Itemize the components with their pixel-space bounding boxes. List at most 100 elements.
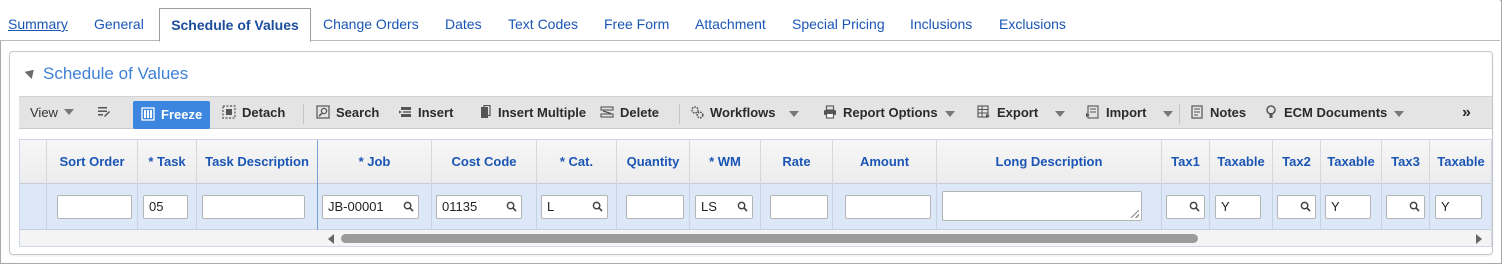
column-header-tax3[interactable]: Tax3	[1382, 140, 1430, 184]
detach-button[interactable]: Detach	[222, 97, 285, 129]
insert-button[interactable]: Insert	[398, 97, 453, 129]
row-header-corner	[20, 140, 47, 184]
search-icon[interactable]	[1300, 201, 1311, 212]
column-header-job[interactable]: * Job	[318, 140, 432, 184]
taxable3-input[interactable]: Y	[1435, 195, 1482, 219]
delete-button[interactable]: Delete	[600, 97, 659, 129]
tab-summary[interactable]: Summary	[8, 8, 68, 41]
quantity-input[interactable]	[626, 195, 684, 219]
tab-attachment[interactable]: Attachment	[695, 8, 766, 41]
tab-change-orders[interactable]: Change Orders	[323, 8, 419, 41]
tab-schedule-of-values[interactable]: Schedule of Values	[159, 8, 311, 42]
ecm-documents-button[interactable]: ECM Documents	[1264, 97, 1387, 129]
insert-multiple-button[interactable]: Insert Multiple	[478, 97, 586, 129]
tab-inclusions[interactable]: Inclusions	[910, 8, 972, 41]
more-toolbar-button[interactable]: »	[1462, 97, 1471, 129]
tax2-input[interactable]	[1277, 195, 1316, 219]
task-description-input[interactable]	[202, 195, 305, 219]
tax3-input[interactable]	[1386, 195, 1425, 219]
job-input[interactable]: JB-00001	[322, 195, 419, 219]
ecm-documents-icon	[1266, 105, 1276, 118]
tab-special-pricing[interactable]: Special Pricing	[792, 8, 885, 41]
column-header-cat[interactable]: * Cat.	[537, 140, 617, 184]
freeze-button[interactable]: Freeze	[133, 101, 211, 129]
scroll-left-arrow-icon[interactable]	[328, 234, 334, 244]
column-header-sort-order[interactable]: Sort Order	[47, 140, 138, 184]
notes-button[interactable]: Notes	[1190, 97, 1246, 129]
search-icon[interactable]	[403, 201, 414, 212]
export-grid-icon	[977, 105, 990, 118]
search-icon[interactable]	[1409, 201, 1420, 212]
gears-icon	[691, 106, 704, 119]
sort-order-input[interactable]	[57, 195, 132, 219]
search-icon[interactable]	[592, 201, 603, 212]
column-header-rate[interactable]: Rate	[761, 140, 833, 184]
tab-dates[interactable]: Dates	[445, 8, 482, 41]
tab-text-codes[interactable]: Text Codes	[508, 8, 578, 41]
resize-grip-icon[interactable]	[1131, 210, 1139, 218]
column-header-cost-code[interactable]: Cost Code	[432, 140, 537, 184]
delete-row-icon	[600, 106, 614, 118]
column-header-tax2[interactable]: Tax2	[1273, 140, 1321, 184]
amount-input[interactable]	[845, 195, 931, 219]
search-icon[interactable]	[737, 201, 748, 212]
tax1-input[interactable]	[1166, 195, 1205, 219]
column-header-task[interactable]: * Task	[138, 140, 197, 184]
panel-title: Schedule of Values	[43, 64, 189, 83]
column-header-wm[interactable]: * WM	[690, 140, 761, 184]
wm-value: LS	[701, 199, 717, 214]
detach-icon	[222, 105, 236, 119]
search-button[interactable]: Search	[316, 97, 379, 129]
import-chevron-down-icon[interactable]	[1163, 111, 1173, 117]
taxable1-input[interactable]: Y	[1215, 195, 1261, 219]
column-header-amount[interactable]: Amount	[833, 140, 937, 184]
row-selector[interactable]	[20, 184, 47, 230]
toolbar-divider	[303, 104, 304, 124]
long-description-textarea[interactable]	[942, 191, 1142, 221]
view-menu-button[interactable]: View	[30, 97, 74, 129]
report-options-button[interactable]: Report Options	[823, 97, 938, 129]
report-options-chevron-down-icon[interactable]	[945, 111, 955, 117]
taxable2-input[interactable]: Y	[1325, 195, 1371, 219]
double-chevron-right-icon: »	[1462, 104, 1471, 121]
column-header-quantity[interactable]: Quantity	[617, 140, 690, 184]
horizontal-scrollbar[interactable]	[20, 230, 1491, 246]
table-row[interactable]: 05 JB-00001 01135 L LS Y Y Y	[20, 184, 1491, 230]
ecm-documents-chevron-down-icon[interactable]	[1394, 111, 1404, 117]
import-icon	[1086, 105, 1099, 119]
workflows-button[interactable]: Workflows	[690, 97, 776, 129]
export-chevron-down-icon[interactable]	[1055, 111, 1065, 117]
grid-toolbar: View Freeze Detach Search Insert Insert …	[19, 96, 1492, 129]
search-icon[interactable]	[1189, 201, 1200, 212]
column-header-taxable1[interactable]: Taxable	[1210, 140, 1273, 184]
column-header-long-description[interactable]: Long Description	[937, 140, 1162, 184]
rate-input[interactable]	[770, 195, 828, 219]
printer-icon	[824, 105, 836, 119]
scroll-right-arrow-icon[interactable]	[1476, 234, 1482, 244]
toolbar-divider	[1179, 104, 1180, 124]
insert-multiple-icon	[481, 105, 491, 118]
task-input[interactable]: 05	[143, 195, 188, 219]
cost-code-input[interactable]: 01135	[436, 195, 522, 219]
column-header-taxable2[interactable]: Taxable	[1321, 140, 1382, 184]
column-header-tax1[interactable]: Tax1	[1162, 140, 1210, 184]
panel-header[interactable]: Schedule of Values	[24, 64, 189, 84]
toolbar-divider	[679, 104, 680, 124]
column-header-task-description[interactable]: Task Description	[197, 140, 318, 184]
column-header-taxable3[interactable]: Taxable	[1430, 140, 1491, 184]
search-icon	[316, 105, 330, 119]
tab-general[interactable]: General	[94, 8, 144, 41]
schedule-grid: Sort Order * Task Task Description * Job…	[19, 139, 1492, 247]
tab-exclusions[interactable]: Exclusions	[999, 8, 1066, 41]
collapse-triangle-icon[interactable]	[24, 66, 38, 79]
export-button[interactable]: Export	[977, 97, 1038, 129]
wm-input[interactable]: LS	[695, 195, 753, 219]
scrollbar-thumb[interactable]	[341, 234, 1198, 243]
tab-free-form[interactable]: Free Form	[604, 8, 669, 41]
search-icon[interactable]	[506, 201, 517, 212]
insert-row-icon	[399, 107, 411, 117]
import-button[interactable]: Import	[1086, 97, 1146, 129]
customize-columns-button[interactable]	[97, 97, 117, 129]
cat-input[interactable]: L	[541, 195, 608, 219]
workflows-chevron-down-icon[interactable]	[789, 111, 799, 117]
